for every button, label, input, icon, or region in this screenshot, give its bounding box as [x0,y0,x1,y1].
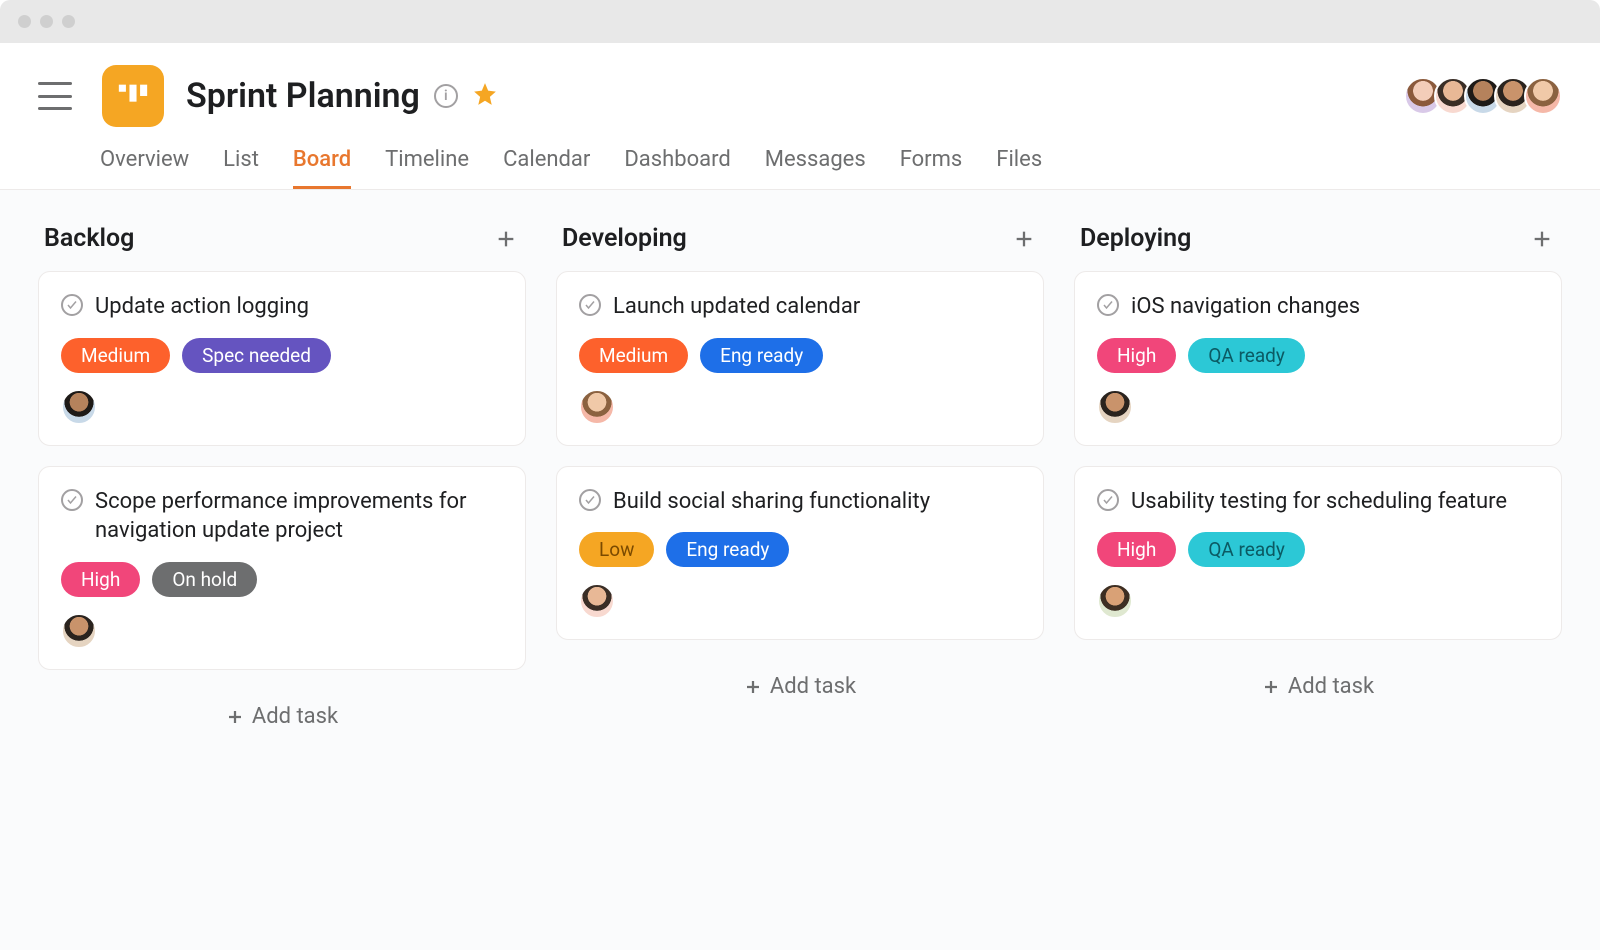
card-title-row: Scope performance improvements for navig… [61,487,503,546]
card-title-row: Usability testing for scheduling feature [1097,487,1539,517]
complete-checkbox[interactable] [579,294,601,316]
tag-pill[interactable]: High [1097,338,1176,373]
complete-checkbox[interactable] [61,294,83,316]
add-task-button[interactable]: Add task [556,660,1044,713]
column-developing: Developing Launch updated calendar Medium E… [556,220,1044,890]
column-backlog: Backlog Update action logging Medium Spec n… [38,220,526,890]
task-card[interactable]: Scope performance improvements for navig… [38,466,526,670]
assignee-avatar[interactable] [61,389,97,425]
tab-messages[interactable]: Messages [765,147,866,189]
tab-overview[interactable]: Overview [100,147,189,189]
tag-list: Medium Eng ready [579,338,1021,373]
task-card[interactable]: Usability testing for scheduling feature… [1074,466,1562,641]
kanban-board: Backlog Update action logging Medium Spec n… [0,190,1600,950]
column-header: Deploying [1074,220,1562,271]
tab-files[interactable]: Files [996,147,1042,189]
info-icon[interactable]: i [434,84,458,108]
project-icon [102,65,164,127]
tag-pill[interactable]: QA ready [1188,338,1305,373]
assignee-avatar[interactable] [1097,583,1133,619]
app-frame: Sprint Planning i Overview List Board Timel… [0,43,1600,950]
add-task-label: Add task [1288,674,1374,699]
task-card[interactable]: iOS navigation changes High QA ready [1074,271,1562,446]
complete-checkbox[interactable] [1097,294,1119,316]
window-dot [18,15,31,28]
task-card[interactable]: Launch updated calendar Medium Eng ready [556,271,1044,446]
project-members[interactable] [1412,77,1562,115]
complete-checkbox[interactable] [61,489,83,511]
add-task-label: Add task [252,704,338,729]
tag-pill[interactable]: High [1097,532,1176,567]
project-tabs: Overview List Board Timeline Calendar Dashboa… [0,127,1600,190]
tag-pill[interactable]: Eng ready [666,532,789,567]
tab-list[interactable]: List [223,147,259,189]
tag-list: Medium Spec needed [61,338,503,373]
tag-pill[interactable]: Spec needed [182,338,331,373]
tag-pill[interactable]: Low [579,532,654,567]
card-title: Update action logging [95,292,309,322]
add-task-label: Add task [770,674,856,699]
window-titlebar [0,0,1600,43]
complete-checkbox[interactable] [1097,489,1119,511]
add-card-button[interactable] [1528,225,1556,253]
project-title-row: Sprint Planning i [186,76,498,116]
card-title-row: Build social sharing functionality [579,487,1021,517]
column-header: Developing [556,220,1044,271]
add-card-button[interactable] [1010,225,1038,253]
card-title: iOS navigation changes [1131,292,1360,322]
tag-list: High QA ready [1097,338,1539,373]
column-title: Deploying [1080,224,1191,253]
tab-dashboard[interactable]: Dashboard [624,147,730,189]
tag-pill[interactable]: Medium [579,338,688,373]
window-dot [62,15,75,28]
tab-board[interactable]: Board [293,147,351,189]
tab-calendar[interactable]: Calendar [503,147,590,189]
column-deploying: Deploying iOS navigation changes High QA re… [1074,220,1562,890]
tag-pill[interactable]: Eng ready [700,338,823,373]
assignee-avatar[interactable] [579,389,615,425]
assignee-avatar[interactable] [579,583,615,619]
tag-list: Low Eng ready [579,532,1021,567]
column-header: Backlog [38,220,526,271]
card-title-row: Update action logging [61,292,503,322]
complete-checkbox[interactable] [579,489,601,511]
menu-toggle-button[interactable] [38,82,72,110]
window-dot [40,15,53,28]
assignee-avatar[interactable] [61,613,97,649]
tag-pill[interactable]: QA ready [1188,532,1305,567]
add-card-button[interactable] [492,225,520,253]
card-title: Launch updated calendar [613,292,860,322]
task-card[interactable]: Update action logging Medium Spec needed [38,271,526,446]
column-title: Developing [562,224,687,253]
card-title-row: Launch updated calendar [579,292,1021,322]
tag-pill[interactable]: High [61,562,140,597]
card-title: Usability testing for scheduling feature [1131,487,1507,517]
tag-pill[interactable]: Medium [61,338,170,373]
assignee-avatar[interactable] [1097,389,1133,425]
tab-forms[interactable]: Forms [900,147,963,189]
card-title: Build social sharing functionality [613,487,930,517]
star-icon[interactable] [472,81,498,111]
tag-list: High On hold [61,562,503,597]
tag-list: High QA ready [1097,532,1539,567]
card-title-row: iOS navigation changes [1097,292,1539,322]
member-avatar[interactable] [1524,77,1562,115]
card-title: Scope performance improvements for navig… [95,487,503,546]
task-card[interactable]: Build social sharing functionality Low Eng… [556,466,1044,641]
tag-pill[interactable]: On hold [152,562,257,597]
project-title: Sprint Planning [186,76,420,116]
add-task-button[interactable]: Add task [38,690,526,743]
project-header: Sprint Planning i [0,43,1600,127]
column-title: Backlog [44,224,134,253]
add-task-button[interactable]: Add task [1074,660,1562,713]
tab-timeline[interactable]: Timeline [385,147,469,189]
board-icon [116,79,150,113]
